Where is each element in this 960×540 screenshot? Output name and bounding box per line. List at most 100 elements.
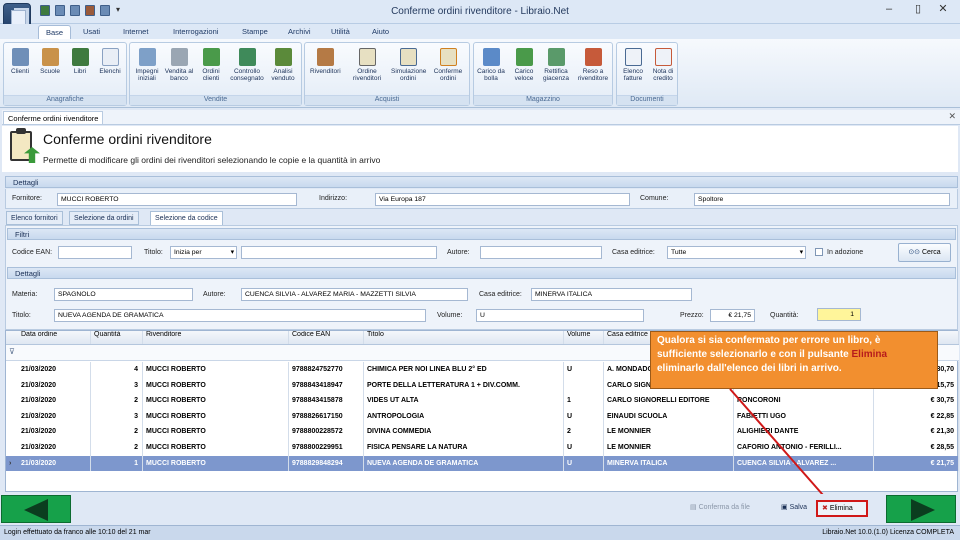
cell-volume[interactable]: U (564, 455, 604, 472)
cell-ean[interactable]: 9788824752770 (289, 362, 364, 378)
cell-ean[interactable]: 9788843415878 (289, 393, 364, 409)
simulazione-ordini-button[interactable]: Simulazione ordini (391, 48, 426, 82)
casa-libro-field[interactable]: MINERVA ITALICA (531, 288, 692, 301)
prezzo-field[interactable]: € 21,75 (710, 309, 755, 322)
tab-interrogazioni[interactable]: Interrogazioni (166, 25, 225, 39)
cell-rivenditore[interactable]: MUCCI ROBERTO (143, 377, 289, 394)
document-tab[interactable]: Conferme ordini rivenditore (3, 111, 104, 124)
cell-prezzo[interactable]: € 30,75 (874, 393, 959, 409)
cell-ean[interactable]: 9788843418947 (289, 377, 364, 394)
titolo-input[interactable] (241, 246, 437, 259)
salva-button[interactable]: ▣ Salva (781, 503, 807, 511)
codice-ean-input[interactable] (58, 246, 132, 259)
forward-button[interactable] (886, 495, 956, 523)
titolo-mode-select[interactable]: Inizia per ▾ (170, 246, 237, 259)
cell-titolo[interactable]: PORTE DELLA LETTERATURA 1 + DIV.COMM. (364, 377, 564, 394)
nota-credito-button[interactable]: Nota di credito (648, 48, 678, 82)
casa-editrice-select[interactable]: Tutte ▾ (667, 246, 806, 259)
volume-field[interactable]: U (476, 309, 644, 322)
controllo-consegnato-button[interactable]: Controllo consegnato (230, 48, 264, 82)
tab-elenco-fornitori[interactable]: Elenco fornitori (6, 211, 63, 225)
rivenditori-button[interactable]: Rivenditori (310, 48, 341, 75)
elenco-fatture-button[interactable]: Elenco fatture (618, 48, 648, 82)
quantita-input[interactable]: 1 (817, 308, 861, 321)
libri-button[interactable]: Libri (65, 48, 95, 75)
cell-quantita[interactable]: 1 (91, 455, 143, 472)
autore-libro-field[interactable]: CUENCA SILVIA - ALVAREZ MARIA - MAZZETTI… (241, 288, 468, 301)
cell-casa[interactable]: LE MONNIER (604, 440, 734, 456)
cell-quantita[interactable]: 3 (91, 408, 143, 425)
cell-autore[interactable]: RONCORONI (734, 393, 874, 409)
cell-volume[interactable]: 1 (564, 393, 604, 409)
cell-volume[interactable]: 2 (564, 424, 604, 440)
cell-quantita[interactable]: 2 (91, 393, 143, 409)
tab-selezione-codice[interactable]: Selezione da codice (150, 211, 223, 225)
fornitore-field[interactable]: MUCCI ROBERTO (57, 193, 297, 206)
close-window-button[interactable]: ✕ (930, 1, 956, 17)
back-button[interactable] (1, 495, 71, 523)
maximize-button[interactable]: ▯ (905, 1, 931, 17)
col-rivenditore[interactable]: Rivenditore (143, 331, 289, 344)
cell-data[interactable]: 21/03/2020 (18, 362, 91, 378)
table-row[interactable]: 21/03/2020 3 MUCCI ROBERTO 9788826617150 ANT… (6, 408, 959, 425)
close-tab-icon[interactable]: ✕ (948, 111, 956, 122)
cell-casa[interactable]: MINERVA ITALICA (604, 455, 734, 472)
elimina-button[interactable]: ✖ Elimina (816, 500, 868, 517)
col-volume[interactable]: Volume (564, 331, 604, 344)
tab-archivi[interactable]: Archivi (281, 25, 318, 39)
cell-data[interactable]: 21/03/2020 (18, 424, 91, 440)
cell-data[interactable]: 21/03/2020 (18, 408, 91, 425)
cell-ean[interactable]: 9788800228572 (289, 424, 364, 440)
minimize-button[interactable]: – (876, 1, 902, 17)
cell-rivenditore[interactable]: MUCCI ROBERTO (143, 440, 289, 456)
table-row[interactable]: 21/03/2020 2 MUCCI ROBERTO 9788800229951 FIS… (6, 440, 959, 456)
col-quantita[interactable]: Quantità (91, 331, 143, 344)
table-row[interactable]: 21/03/2020 2 MUCCI ROBERTO 9788800228572 DIV… (6, 424, 959, 440)
cell-rivenditore[interactable]: MUCCI ROBERTO (143, 424, 289, 440)
ordini-clienti-button[interactable]: Ordini clienti (196, 48, 226, 82)
cerca-button[interactable]: ⊙⊙ Cerca (898, 243, 951, 262)
elenchi-button[interactable]: Elenchi (95, 48, 125, 75)
cell-ean[interactable]: 9788826617150 (289, 408, 364, 425)
cell-casa[interactable]: EINAUDI SCUOLA (604, 408, 734, 425)
cell-autore[interactable]: CAFORIO ANTONIO - FERILLI... (734, 440, 874, 456)
indirizzo-field[interactable]: Via Europa 187 (375, 193, 630, 206)
tab-usati[interactable]: Usati (76, 25, 107, 39)
tab-utilita[interactable]: Utilità (324, 25, 357, 39)
impegni-iniziali-button[interactable]: Impegni iniziali (132, 48, 162, 82)
cell-prezzo[interactable]: € 21,30 (874, 424, 959, 440)
conferme-ordini-button[interactable]: Conferme ordini (433, 48, 463, 82)
col-titolo[interactable]: Titolo (364, 331, 564, 344)
cell-data[interactable]: 21/03/2020 (18, 440, 91, 456)
cell-data[interactable]: 21/03/2020 (18, 393, 91, 409)
cell-rivenditore[interactable]: MUCCI ROBERTO (143, 362, 289, 378)
cell-prezzo[interactable]: € 21,75 (874, 455, 959, 472)
comune-field[interactable]: Spoltore (694, 193, 950, 206)
col-data-ordine[interactable]: Data ordine (18, 331, 91, 344)
cell-quantita[interactable]: 3 (91, 377, 143, 394)
cell-volume[interactable] (564, 377, 604, 394)
cell-autore[interactable]: ALIGHIERI DANTE (734, 424, 874, 440)
cell-casa[interactable]: CARLO SIGNORELLI EDITORE (604, 393, 734, 409)
cell-autore[interactable]: FABIETTI UGO (734, 408, 874, 425)
materia-field[interactable]: SPAGNOLO (54, 288, 193, 301)
carico-bolla-button[interactable]: Carico da bolla (476, 48, 506, 82)
cell-quantita[interactable]: 4 (91, 362, 143, 378)
cell-volume[interactable]: U (564, 362, 604, 378)
cell-prezzo[interactable]: € 22,85 (874, 408, 959, 425)
conferma-da-file-button[interactable]: ▤ Conferma da file (690, 503, 750, 511)
scuole-button[interactable]: Scuole (35, 48, 65, 75)
col-codice-ean[interactable]: Codice EAN (289, 331, 364, 344)
cell-quantita[interactable]: 2 (91, 440, 143, 456)
cell-titolo[interactable]: CHIMICA PER NOI LINEA BLU 2° ED (364, 362, 564, 378)
cell-rivenditore[interactable]: MUCCI ROBERTO (143, 408, 289, 425)
tab-stampe[interactable]: Stampe (235, 25, 275, 39)
cell-rivenditore[interactable]: MUCCI ROBERTO (143, 455, 289, 472)
carico-veloce-button[interactable]: Carico veloce (509, 48, 539, 82)
cell-autore[interactable]: CUENCA SILVIA - ALVAREZ ... (734, 455, 874, 472)
titolo-libro-field[interactable]: NUEVA AGENDA DE GRAMATICA (54, 309, 426, 322)
tab-selezione-ordini[interactable]: Selezione da ordini (69, 211, 139, 225)
cell-data[interactable]: 21/03/2020 (18, 455, 91, 472)
cell-volume[interactable]: U (564, 408, 604, 425)
cell-ean[interactable]: 9788800229951 (289, 440, 364, 456)
